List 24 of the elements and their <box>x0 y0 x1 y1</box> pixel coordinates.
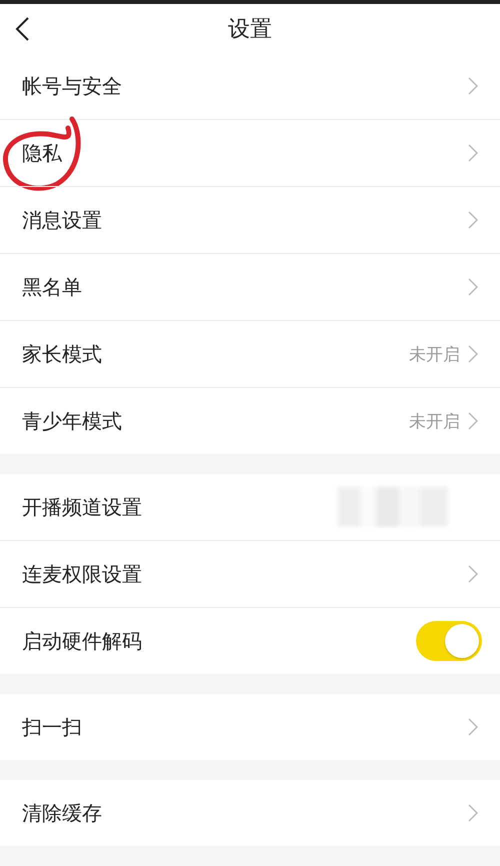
settings-item[interactable]: 黑名单 <box>22 274 468 300</box>
chevron-right-icon <box>468 77 478 95</box>
settings-item[interactable]: 帐号与安全 <box>22 72 468 100</box>
settings-item[interactable]: 连麦权限设置 <box>22 560 468 588</box>
chevron-right-icon <box>468 278 478 296</box>
status-text: 未开启 <box>409 344 460 366</box>
toggle-switch[interactable] <box>416 621 482 661</box>
status-text: 未开启 <box>409 410 460 432</box>
chevron-right-icon <box>468 144 478 162</box>
settings-item[interactable]: 青少年模式 <box>22 408 409 434</box>
chevron-right-icon <box>468 345 478 363</box>
chevron-right-icon <box>468 211 478 229</box>
settings-item[interactable]: 家长模式 <box>22 340 409 368</box>
page-title: 设置 <box>228 16 272 44</box>
settings-item[interactable]: 清除缓存 <box>22 800 468 826</box>
settings-item[interactable]: 启动硬件解码 <box>22 628 416 654</box>
chevron-right-icon <box>468 412 478 430</box>
settings-item[interactable]: 扫一扫 <box>22 714 468 740</box>
chevron-right-icon <box>468 565 478 583</box>
settings-item[interactable]: 开播频道设置 <box>22 494 338 520</box>
settings-item[interactable]: 隐私 <box>22 140 468 166</box>
settings-item[interactable]: 消息设置 <box>22 206 468 234</box>
chevron-right-icon <box>468 718 478 736</box>
chevron-right-icon <box>468 804 478 822</box>
